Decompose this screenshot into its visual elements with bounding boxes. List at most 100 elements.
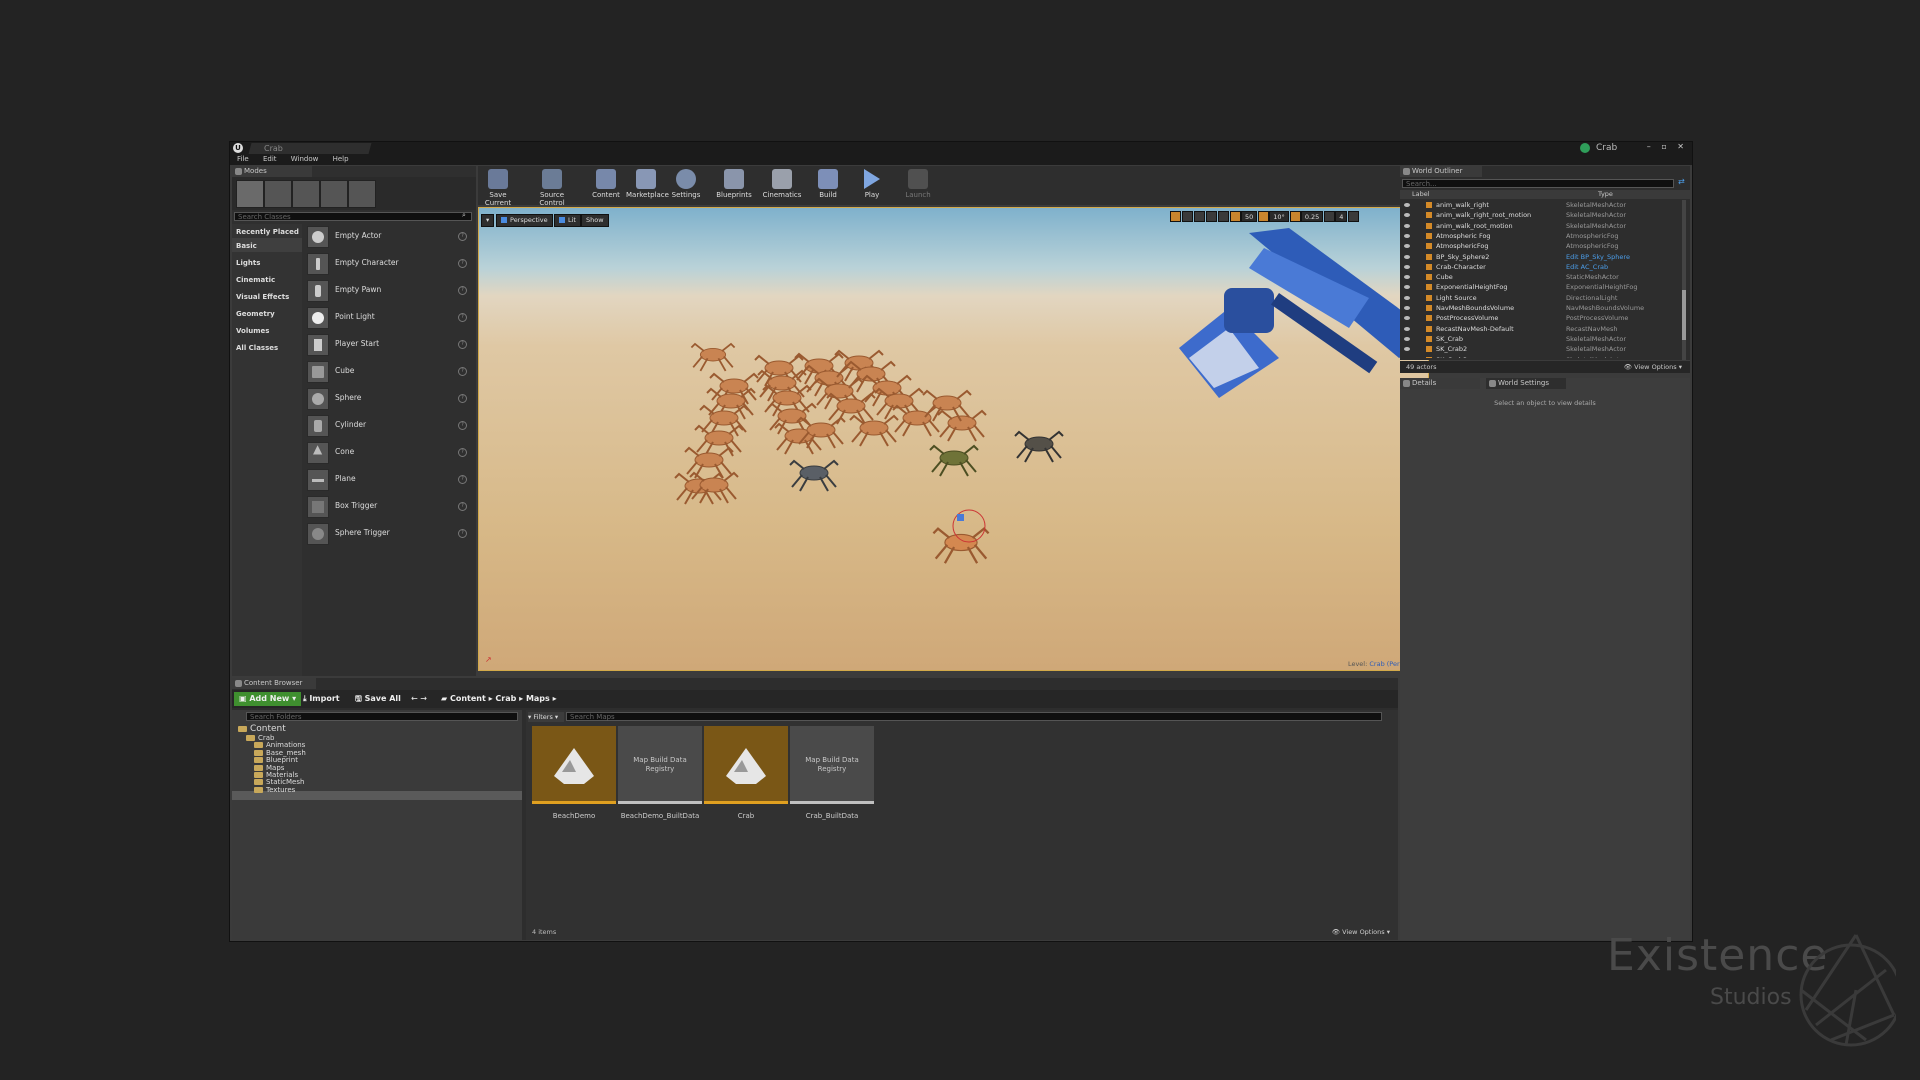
place-item-point-light[interactable]: Point Light?: [307, 305, 467, 329]
outliner-row[interactable]: anim_walk_right SkeletalMeshActor: [1400, 200, 1637, 210]
asset-tile[interactable]: Crab: [704, 726, 788, 820]
outliner-search-input[interactable]: Search...: [1402, 179, 1674, 188]
breadcrumb-crab[interactable]: Crab: [495, 694, 516, 703]
visibility-eye-icon[interactable]: [1404, 285, 1410, 290]
tab-world-outliner[interactable]: World Outliner: [1400, 166, 1482, 177]
outliner-row[interactable]: SK_Crab2 SkeletalMeshActor: [1400, 344, 1637, 354]
menu-help[interactable]: Help: [333, 155, 349, 163]
save-all-button[interactable]: 🖫 Save All: [350, 692, 406, 706]
outliner-row[interactable]: ExponentialHeightFog ExponentialHeightFog: [1400, 282, 1638, 292]
outliner-row[interactable]: AtmosphericFog AtmosphericFog: [1400, 241, 1637, 251]
place-item-cone[interactable]: ▲ Cone?: [307, 440, 467, 464]
tab-modes[interactable]: Modes: [232, 166, 312, 177]
place-item-empty-pawn[interactable]: Empty Pawn?: [307, 278, 467, 302]
content-view-options[interactable]: 👁 View Options ▾: [1332, 928, 1390, 936]
outliner-row[interactable]: Light Source DirectionalLight: [1400, 293, 1637, 303]
outliner-row[interactable]: Crab-Character Edit AC_Crab: [1400, 262, 1637, 272]
help-icon[interactable]: ?: [458, 232, 467, 241]
breadcrumb-maps[interactable]: Maps: [526, 694, 550, 703]
window-controls[interactable]: – ▫ ✕: [1647, 142, 1688, 151]
place-mode-icon[interactable]: [236, 180, 264, 208]
marketplace-button[interactable]: Marketplace: [626, 168, 669, 202]
category-geometry[interactable]: Geometry: [236, 310, 275, 318]
tab-content-browser[interactable]: Content Browser: [232, 678, 316, 689]
place-item-empty-character[interactable]: Empty Character?: [307, 251, 467, 275]
outliner-row[interactable]: Cube StaticMeshActor: [1400, 272, 1637, 282]
launch-button[interactable]: Launch: [898, 168, 938, 202]
outliner-scrollbar[interactable]: [1682, 200, 1686, 360]
outliner-row[interactable]: anim_walk_right_root_motion SkeletalMeshA…: [1400, 210, 1637, 220]
visibility-eye-icon[interactable]: [1404, 233, 1410, 238]
add-new-button[interactable]: ▣ Add New ▾: [234, 692, 302, 706]
place-item-plane[interactable]: Plane?: [307, 467, 467, 491]
outliner-row[interactable]: SK_Crab SkeletalMeshActor: [1400, 334, 1637, 344]
folder-tree-item[interactable]: Content: [238, 724, 286, 734]
place-item-cylinder[interactable]: Cylinder?: [307, 413, 467, 437]
outliner-row[interactable]: PostProcessVolume PostProcessVolume: [1400, 313, 1637, 323]
place-item-player-start[interactable]: Player Start?: [307, 332, 467, 356]
place-item-cube[interactable]: Cube?: [307, 359, 467, 383]
tab-details[interactable]: Details: [1400, 378, 1480, 389]
category-visual-effects[interactable]: Visual Effects: [236, 293, 289, 301]
visibility-eye-icon[interactable]: [1404, 213, 1410, 218]
search-folders-input[interactable]: Search Folders: [246, 712, 518, 721]
outliner-row[interactable]: BP_Sky_Sphere2 Edit BP_Sky_Sphere: [1400, 252, 1637, 262]
place-item-box-trigger[interactable]: Box Trigger?: [307, 494, 467, 518]
landscape-mode-icon[interactable]: [292, 180, 320, 208]
tab-world-settings[interactable]: World Settings: [1486, 378, 1566, 389]
visibility-eye-icon[interactable]: [1404, 306, 1410, 310]
outliner-settings-icon[interactable]: ⇄: [1678, 177, 1685, 186]
settings-button[interactable]: Settings: [666, 168, 706, 202]
help-icon[interactable]: ?: [458, 448, 467, 457]
help-icon[interactable]: ?: [458, 367, 467, 376]
import-button[interactable]: ⤓ Import: [298, 692, 345, 706]
outliner-row[interactable]: NavMeshBoundsVolume NavMeshBoundsVolume: [1400, 303, 1644, 313]
visibility-eye-icon[interactable]: [1404, 223, 1410, 228]
content-button[interactable]: Content: [586, 168, 626, 202]
geometry-mode-icon[interactable]: [348, 180, 376, 208]
history-back-forward[interactable]: ← →: [406, 692, 432, 706]
place-item-empty-actor[interactable]: Empty Actor?: [307, 224, 467, 248]
help-icon[interactable]: ?: [458, 259, 467, 268]
source-control-button[interactable]: Source Control: [528, 168, 576, 207]
visibility-eye-icon[interactable]: [1404, 244, 1410, 249]
help-icon[interactable]: ?: [458, 421, 467, 430]
visibility-eye-icon[interactable]: [1404, 295, 1410, 300]
visibility-eye-icon[interactable]: [1404, 357, 1410, 358]
column-label[interactable]: Label: [1412, 190, 1430, 199]
foliage-mode-icon[interactable]: [320, 180, 348, 208]
search-classes-input[interactable]: Search Classes: [234, 212, 472, 221]
filters-button[interactable]: ▾ Filters ▾: [528, 712, 564, 722]
folder-tree-item[interactable]: Textures: [254, 786, 295, 794]
breadcrumb-content[interactable]: Content: [450, 694, 486, 703]
save-current-button[interactable]: Save Current: [478, 168, 518, 207]
category-cinematic[interactable]: Cinematic: [236, 276, 275, 284]
help-icon[interactable]: ?: [458, 529, 467, 538]
outliner-row[interactable]: RecastNavMesh-Default RecastNavMesh: [1400, 324, 1637, 334]
search-maps-input[interactable]: Search Maps: [566, 712, 1382, 721]
asset-tile[interactable]: BeachDemo: [532, 726, 616, 820]
visibility-eye-icon[interactable]: [1404, 203, 1410, 207]
help-icon[interactable]: ?: [458, 502, 467, 511]
visibility-eye-icon[interactable]: [1404, 264, 1410, 269]
visibility-eye-icon[interactable]: [1404, 336, 1410, 341]
play-button[interactable]: Play: [852, 168, 892, 202]
asset-tile[interactable]: Map Build Data Registry BeachDemo_BuiltDa…: [618, 726, 702, 820]
menu-window[interactable]: Window: [291, 155, 319, 163]
level-viewport[interactable]: ▾ Perspective Lit Show 50 10° 0.25 4 ↗ L…: [478, 207, 1429, 671]
menu-file[interactable]: File: [237, 155, 249, 163]
outliner-row[interactable]: anim_walk_root_motion SkeletalMeshActor: [1400, 221, 1637, 231]
build-button[interactable]: Build: [808, 168, 848, 202]
outliner-row[interactable]: SK_Crab3 SkeletalMeshActor: [1400, 355, 1637, 358]
visibility-eye-icon[interactable]: [1404, 254, 1410, 259]
project-badge[interactable]: Crab: [1580, 142, 1634, 154]
category-recently-placed[interactable]: Recently Placed: [236, 228, 299, 236]
outliner-row[interactable]: Atmospheric Fog AtmosphericFog: [1400, 231, 1637, 241]
category-lights[interactable]: Lights: [236, 259, 260, 267]
menu-edit[interactable]: Edit: [263, 155, 277, 163]
help-icon[interactable]: ?: [458, 313, 467, 322]
help-icon[interactable]: ?: [458, 475, 467, 484]
place-item-sphere[interactable]: Sphere?: [307, 386, 467, 410]
visibility-eye-icon[interactable]: [1404, 326, 1410, 331]
visibility-eye-icon[interactable]: [1404, 316, 1410, 321]
